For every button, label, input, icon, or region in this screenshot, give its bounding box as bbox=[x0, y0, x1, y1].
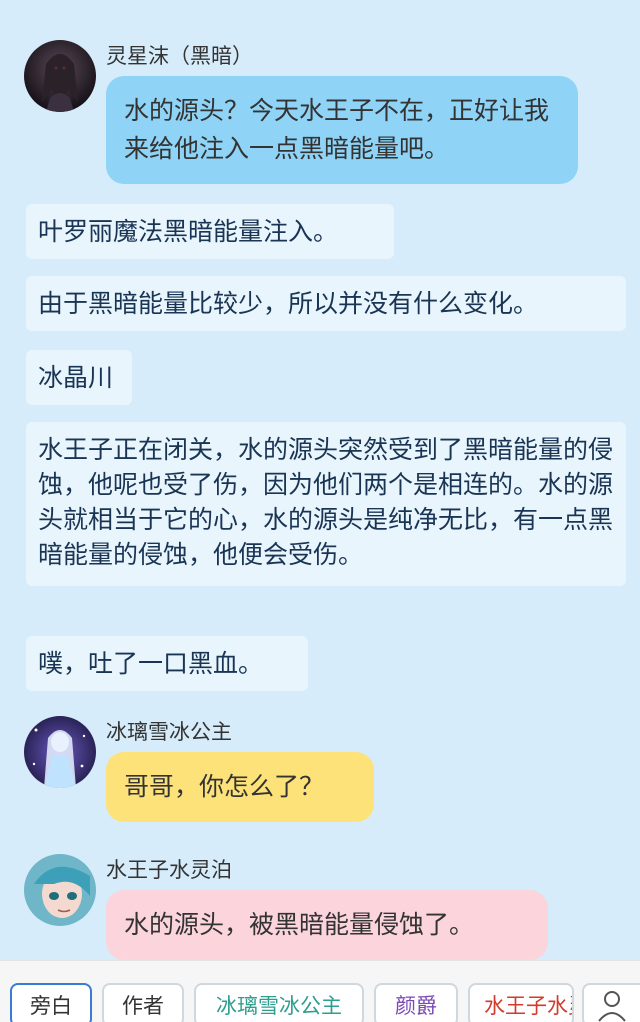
avatar-binglixue[interactable] bbox=[24, 716, 96, 788]
user-icon bbox=[598, 991, 626, 1022]
tab-binglixue[interactable]: 冰璃雪冰公主 bbox=[194, 983, 364, 1022]
tab-yanjue[interactable]: 颜爵 bbox=[374, 983, 458, 1022]
speech-bubble[interactable]: 水的源头，被黑暗能量侵蚀了。 bbox=[106, 890, 548, 960]
tab-shuilingbo[interactable]: 水王子水灵泊 bbox=[468, 983, 574, 1022]
speaker-name: 水王子水灵泊 bbox=[106, 858, 232, 882]
narration-block[interactable]: 叶罗丽魔法黑暗能量注入。 bbox=[26, 204, 394, 259]
user-button[interactable] bbox=[582, 983, 640, 1022]
speaker-name: 灵星沫（黑暗） bbox=[106, 44, 253, 68]
speech-bubble[interactable]: 哥哥，你怎么了？ bbox=[106, 752, 374, 822]
narration-block[interactable]: 由于黑暗能量比较少，所以并没有什么变化。 bbox=[26, 276, 626, 331]
narration-block[interactable]: 噗，吐了一口黑血。 bbox=[26, 636, 308, 691]
narration-block[interactable]: 水王子正在闭关，水的源头突然受到了黑暗能量的侵蚀，他呢也受了伤，因为他们两个是相… bbox=[26, 422, 626, 586]
avatar-shuilingbo[interactable] bbox=[24, 854, 96, 926]
chat-area: 灵星沫（黑暗） 水的源头？今天水王子不在，正好让我来给他注入一点黑暗能量吧。 叶… bbox=[0, 0, 640, 960]
tab-author[interactable]: 作者 bbox=[102, 983, 184, 1022]
narration-block[interactable]: 冰晶川 bbox=[26, 350, 132, 405]
speech-bubble[interactable]: 水的源头？今天水王子不在，正好让我来给他注入一点黑暗能量吧。 bbox=[106, 76, 578, 184]
tab-narrator[interactable]: 旁白 bbox=[10, 983, 92, 1022]
character-selector-bar: 旁白 作者 冰璃雪冰公主 颜爵 水王子水灵泊 bbox=[0, 960, 640, 1022]
speaker-name: 冰璃雪冰公主 bbox=[106, 720, 232, 744]
avatar-lingxingmo[interactable] bbox=[24, 40, 96, 112]
